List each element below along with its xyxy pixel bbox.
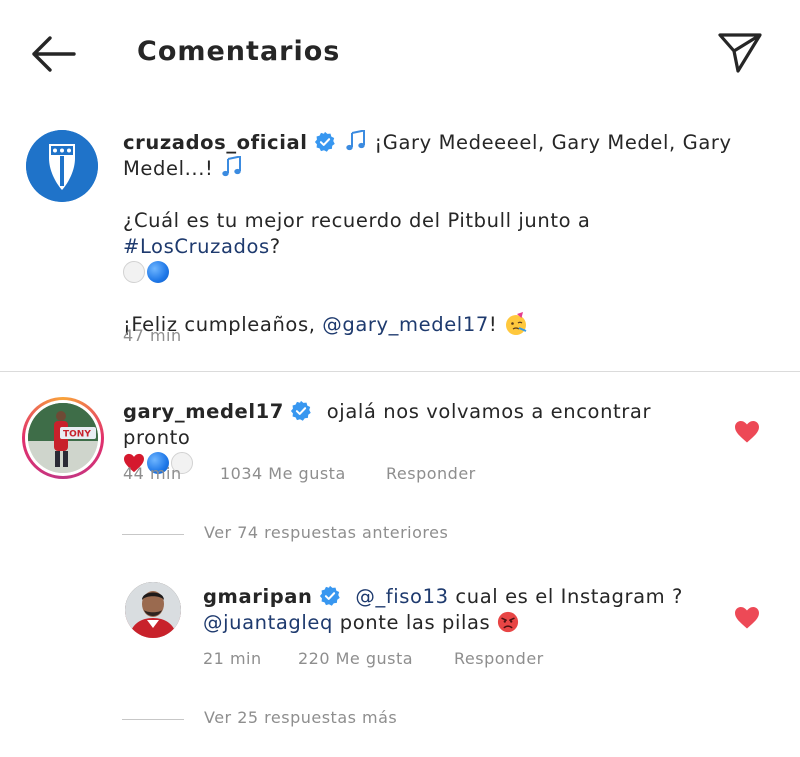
angry-face-icon bbox=[498, 611, 519, 633]
avatar[interactable] bbox=[26, 130, 98, 202]
view-more-replies-label: Ver 25 respuestas más bbox=[204, 708, 398, 727]
reply-text: gmaripan @_fiso13 cual es el Instagram ?… bbox=[203, 584, 723, 636]
caption-timestamp: 47 min bbox=[123, 326, 182, 345]
partying-face-icon bbox=[506, 312, 527, 335]
caption-question-end: ? bbox=[269, 235, 281, 258]
header-bar: Comentarios bbox=[0, 0, 800, 110]
reply-button[interactable]: Responder bbox=[454, 649, 544, 668]
paper-plane-icon bbox=[718, 33, 762, 73]
hashtag-link[interactable]: #LosCruzados bbox=[123, 235, 270, 258]
back-button[interactable] bbox=[28, 34, 78, 74]
view-previous-replies-label: Ver 74 respuestas anteriores bbox=[204, 523, 449, 542]
blue-circle-icon bbox=[147, 261, 169, 283]
svg-text:TONY: TONY bbox=[63, 430, 91, 440]
mention-link[interactable]: @juantagleq bbox=[203, 611, 333, 634]
divider-line bbox=[122, 719, 184, 720]
avatar[interactable] bbox=[125, 582, 181, 638]
comment-timestamp: 44 min bbox=[123, 464, 182, 483]
avatar: TONY bbox=[25, 400, 101, 476]
comment-like-count[interactable]: 1034 Me gusta bbox=[220, 464, 346, 483]
player-photo-icon bbox=[125, 582, 181, 638]
share-button[interactable] bbox=[716, 31, 764, 75]
divider-line bbox=[122, 534, 184, 535]
arrow-left-icon bbox=[32, 36, 76, 72]
caption-birthday-end: ! bbox=[488, 313, 498, 336]
reply-username[interactable]: gmaripan bbox=[203, 585, 313, 608]
divider bbox=[0, 371, 800, 372]
verified-badge-icon bbox=[319, 585, 340, 606]
white-circle-icon bbox=[123, 261, 145, 283]
page-title: Comentarios bbox=[137, 36, 341, 67]
reply-body-2: ponte las pilas bbox=[339, 611, 491, 634]
story-ring[interactable]: TONY bbox=[22, 397, 104, 479]
caption-question: ¿Cuál es tu mejor recuerdo del Pitbull j… bbox=[123, 209, 591, 232]
caption-paragraph-2: ¿Cuál es tu mejor recuerdo del Pitbull j… bbox=[123, 208, 733, 286]
musical-notes-icon bbox=[222, 156, 242, 177]
reply-timestamp: 21 min bbox=[203, 649, 262, 668]
caption-username[interactable]: cruzados_oficial bbox=[123, 131, 308, 154]
verified-badge-icon bbox=[314, 131, 335, 152]
like-heart-icon[interactable] bbox=[734, 606, 760, 630]
comment-username[interactable]: gary_medel17 bbox=[123, 400, 284, 423]
verified-badge-icon bbox=[290, 400, 311, 421]
comment-reply: gmaripan @_fiso13 cual es el Instagram ?… bbox=[0, 580, 800, 680]
like-heart-icon[interactable] bbox=[734, 420, 760, 444]
reply-body-1: cual es el Instagram ? bbox=[455, 585, 683, 608]
caption-paragraph-3: ¡Feliz cumpleaños, @gary_medel17! bbox=[123, 312, 733, 338]
view-more-replies-button[interactable]: Ver 25 respuestas más bbox=[122, 708, 522, 732]
reply-like-count[interactable]: 220 Me gusta bbox=[298, 649, 413, 668]
caption-text: cruzados_oficial ¡Gary Medeeeel, Gary Me… bbox=[123, 130, 733, 338]
reply-button[interactable]: Responder bbox=[386, 464, 476, 483]
comment: TONY gary_medel17 ojalá nos volvamos a e… bbox=[0, 395, 800, 495]
player-photo-icon: TONY bbox=[28, 403, 98, 473]
musical-notes-icon bbox=[345, 130, 365, 151]
club-logo-icon bbox=[26, 130, 98, 202]
view-previous-replies-button[interactable]: Ver 74 respuestas anteriores bbox=[122, 523, 522, 547]
mention-link[interactable]: @_fiso13 bbox=[355, 585, 448, 608]
mention-link[interactable]: @gary_medel17 bbox=[322, 313, 489, 336]
